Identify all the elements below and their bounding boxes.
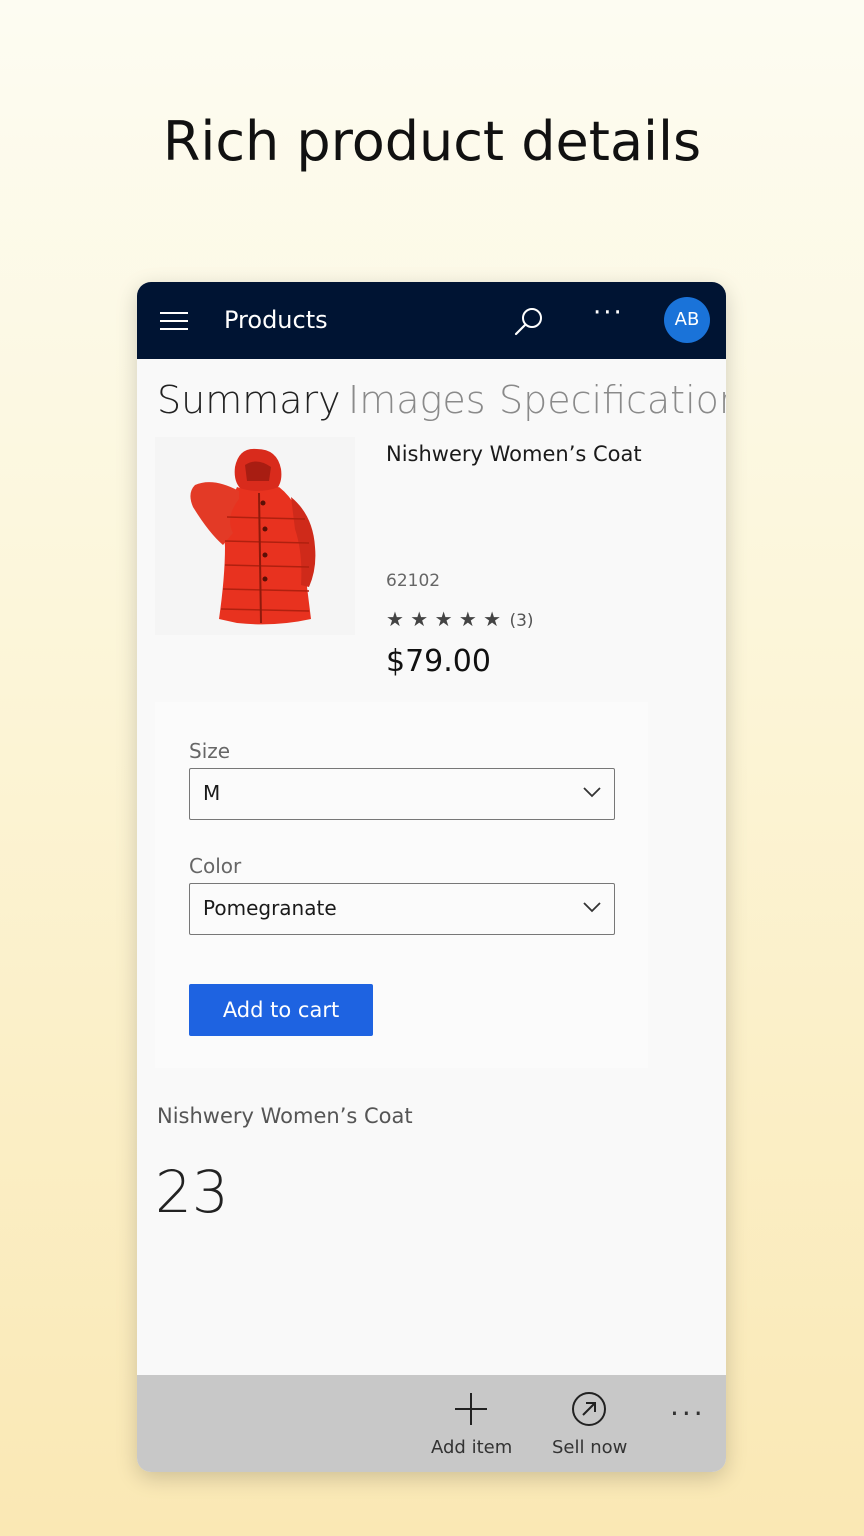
page-headline: Rich product details [162, 110, 702, 173]
coat-icon [190, 448, 316, 625]
product-name: Nishwery Women’s Coat [386, 442, 642, 466]
app-header: Products ··· AB [137, 282, 726, 359]
sell-now-button[interactable]: Sell now [547, 1375, 631, 1472]
purchase-options-card: Size M Color Pomegranate Add to cart [155, 702, 648, 1068]
summary-product-name: Nishwery Women’s Coat [157, 1104, 413, 1128]
bottom-command-bar: Add item Sell now ··· [137, 1375, 726, 1472]
color-label: Color [189, 854, 242, 878]
more-options-icon[interactable]: ··· [593, 298, 624, 328]
add-item-button[interactable]: Add item [427, 1375, 515, 1472]
avatar[interactable]: AB [664, 297, 710, 343]
hamburger-icon[interactable] [160, 312, 188, 330]
add-to-cart-button[interactable]: Add to cart [189, 984, 373, 1036]
tab-summary[interactable]: Summary [157, 378, 341, 422]
product-rating: ★ ★ ★ ★ ★ (3) [386, 607, 534, 631]
size-label: Size [189, 739, 231, 763]
product-sku: 62102 [386, 571, 441, 591]
product-image[interactable] [155, 437, 355, 635]
chevron-down-icon [583, 902, 601, 913]
search-icon[interactable] [511, 304, 547, 340]
rating-stars: ★ ★ ★ ★ ★ [386, 607, 502, 631]
app-window: Products ··· AB Summary Images Specifica… [137, 282, 726, 1472]
size-value: M [203, 781, 221, 805]
color-select[interactable]: Pomegranate [189, 883, 615, 935]
more-options-icon[interactable]: ··· [670, 1397, 706, 1430]
sell-now-label: Sell now [552, 1437, 628, 1458]
tab-specifications[interactable]: Specifications [499, 378, 726, 422]
tab-images[interactable]: Images [348, 378, 486, 422]
product-price: $79.00 [386, 644, 491, 679]
plus-icon [455, 1393, 487, 1425]
size-select[interactable]: M [189, 768, 615, 820]
add-item-label: Add item [431, 1437, 513, 1458]
color-value: Pomegranate [203, 896, 337, 920]
arrow-up-right-circle-icon [572, 1392, 606, 1426]
app-title: Products [224, 306, 328, 334]
chevron-down-icon [583, 787, 601, 798]
summary-count: 23 [155, 1158, 229, 1226]
review-count[interactable]: (3) [509, 611, 533, 631]
